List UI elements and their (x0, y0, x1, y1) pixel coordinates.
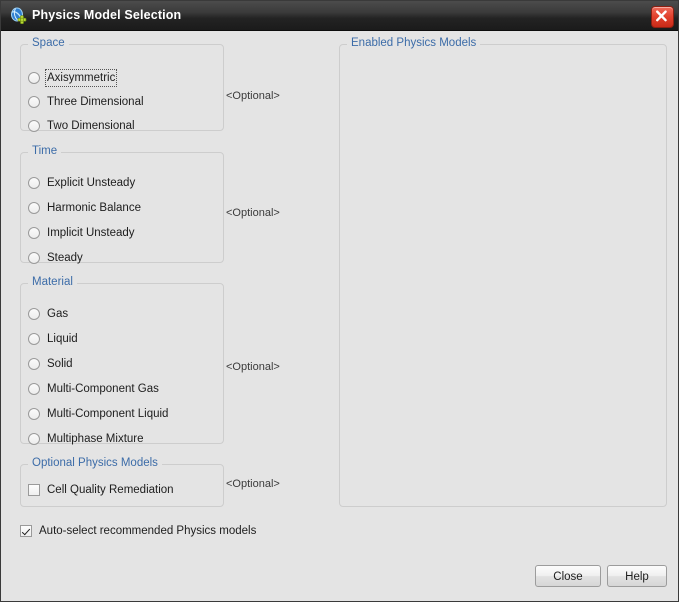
checkbox-label: Auto-select recommended Physics models (39, 525, 257, 537)
dialog-body: Space Axisymmetric Three Dimensional Two… (2, 32, 678, 601)
radio-indicator (28, 227, 40, 239)
group-title-time: Time (28, 145, 62, 157)
radio-explicit-unsteady[interactable]: Explicit Unsteady (28, 175, 135, 191)
checkbox-cell-quality-remediation[interactable]: Cell Quality Remediation (28, 482, 174, 498)
radio-label: Gas (47, 308, 69, 320)
radio-two-dimensional[interactable]: Two Dimensional (28, 118, 135, 134)
radio-label: Steady (47, 252, 83, 264)
checkbox-indicator (20, 525, 32, 537)
close-icon[interactable] (651, 6, 674, 28)
close-button[interactable]: Close (535, 565, 601, 587)
radio-indicator (28, 120, 40, 132)
radio-label: Implicit Unsteady (47, 227, 135, 239)
radio-label: Harmonic Balance (47, 202, 141, 214)
radio-label: Multiphase Mixture (47, 433, 144, 445)
radio-indicator (28, 408, 40, 420)
radio-indicator (28, 72, 40, 84)
group-title-optional-physics-models: Optional Physics Models (28, 457, 162, 469)
radio-indicator (28, 177, 40, 189)
radio-solid[interactable]: Solid (28, 356, 73, 372)
radio-multi-component-liquid[interactable]: Multi-Component Liquid (28, 406, 168, 422)
radio-label: Three Dimensional (47, 96, 144, 108)
optional-tag-time: <Optional> (226, 207, 280, 219)
window-title: Physics Model Selection (32, 8, 182, 22)
radio-indicator (28, 202, 40, 214)
checkbox-label: Cell Quality Remediation (47, 484, 174, 496)
radio-multi-component-gas[interactable]: Multi-Component Gas (28, 381, 159, 397)
radio-indicator (28, 333, 40, 345)
radio-indicator (28, 433, 40, 445)
physics-model-selection-dialog: Physics Model Selection Space Axisymmetr… (0, 0, 679, 602)
radio-label: Solid (47, 358, 73, 370)
radio-label: Two Dimensional (47, 120, 135, 132)
radio-label: Axisymmetric (44, 69, 118, 87)
optional-tag-space: <Optional> (226, 90, 280, 102)
checkbox-indicator (28, 484, 40, 496)
radio-indicator (28, 252, 40, 264)
radio-liquid[interactable]: Liquid (28, 331, 78, 347)
enabled-physics-models-title: Enabled Physics Models (347, 37, 481, 49)
radio-indicator (28, 96, 40, 108)
radio-harmonic-balance[interactable]: Harmonic Balance (28, 200, 141, 216)
radio-indicator (28, 358, 40, 370)
radio-implicit-unsteady[interactable]: Implicit Unsteady (28, 225, 135, 241)
radio-indicator (28, 308, 40, 320)
radio-label: Liquid (47, 333, 78, 345)
radio-three-dimensional[interactable]: Three Dimensional (28, 94, 144, 110)
checkbox-auto-select-recommended[interactable]: Auto-select recommended Physics models (20, 523, 256, 539)
radio-label: Explicit Unsteady (47, 177, 136, 189)
group-title-material: Material (28, 276, 77, 288)
radio-label: Multi-Component Liquid (47, 408, 169, 420)
enabled-physics-models-panel[interactable]: Enabled Physics Models (339, 37, 667, 507)
physics-model-icon (9, 7, 27, 25)
radio-gas[interactable]: Gas (28, 306, 68, 322)
help-button[interactable]: Help (607, 565, 667, 587)
optional-tag-material: <Optional> (226, 361, 280, 373)
title-bar: Physics Model Selection (1, 1, 678, 31)
radio-label: Multi-Component Gas (47, 383, 159, 395)
radio-multiphase-mixture[interactable]: Multiphase Mixture (28, 431, 144, 447)
radio-steady[interactable]: Steady (28, 250, 83, 266)
radio-axisymmetric[interactable]: Axisymmetric (28, 69, 118, 87)
group-title-space: Space (28, 37, 69, 49)
radio-indicator (28, 383, 40, 395)
optional-tag-optional-physics-models: <Optional> (226, 478, 280, 490)
